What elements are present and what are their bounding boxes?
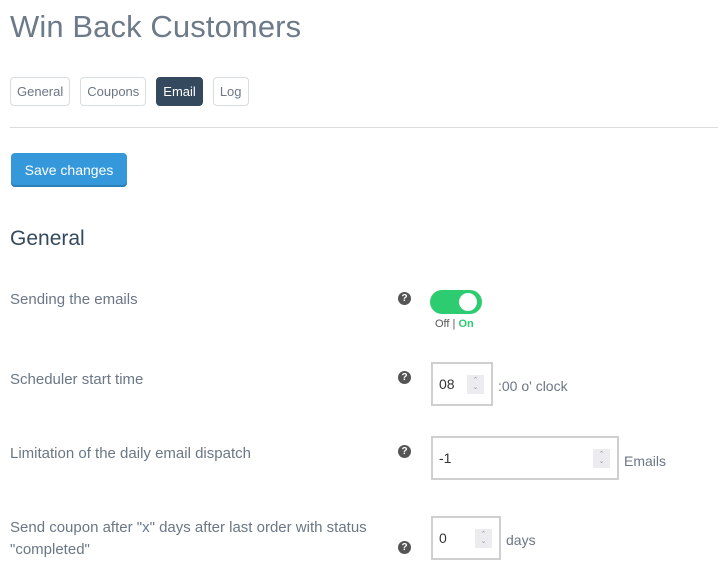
scheduler-hour-value: 08 [439,376,455,392]
toggle-knob [459,293,477,311]
chevron-down-icon: ⌄ [480,538,487,545]
chevron-up-icon: ⌃ [472,377,479,384]
spinner-control[interactable]: ⌃ ⌄ [593,448,610,468]
tab-bar: General Coupons Email Log [10,77,249,106]
sending-emails-toggle[interactable] [430,290,482,314]
scheduler-hour-input[interactable]: 08 ⌃ ⌄ [431,362,493,406]
tab-email[interactable]: Email [156,77,203,106]
chevron-down-icon: ⌄ [598,458,605,465]
chevron-up-icon: ⌃ [598,451,605,458]
spinner-control[interactable]: ⌃ ⌄ [475,528,492,548]
coupon-days-input[interactable]: 0 ⌃ ⌄ [431,516,501,560]
chevron-up-icon: ⌃ [480,531,487,538]
daily-limit-value: -1 [439,450,452,466]
daily-limit-label: Limitation of the daily email dispatch [10,445,251,462]
coupon-days-label-line1: Send coupon after "x" days after last or… [10,519,367,536]
spinner-control[interactable]: ⌃ ⌄ [467,374,484,394]
settings-page: Win Back Customers General Coupons Email… [0,0,718,575]
toggle-on-label: On [458,318,474,330]
section-title: General [10,227,85,250]
coupon-days-suffix: days [506,532,536,548]
daily-limit-input[interactable]: -1 ⌃ ⌄ [431,436,619,480]
divider [10,127,718,128]
help-icon[interactable]: ? [398,445,411,458]
coupon-days-label: Send coupon after "x" days after last or… [10,517,367,561]
tab-general[interactable]: General [10,77,71,106]
save-button[interactable]: Save changes [11,153,127,187]
scheduler-suffix: :00 o' clock [498,378,568,394]
tab-log[interactable]: Log [212,77,249,106]
toggle-caption: Off | On [435,318,474,330]
help-icon[interactable]: ? [398,541,411,554]
tab-coupons[interactable]: Coupons [80,77,147,106]
help-icon[interactable]: ? [398,371,411,384]
sending-emails-label: Sending the emails [10,291,138,308]
help-icon[interactable]: ? [398,292,411,305]
page-title: Win Back Customers [10,9,302,44]
coupon-days-label-line2: "completed" [10,541,90,558]
chevron-down-icon: ⌄ [472,384,479,391]
toggle-off-label: Off [435,318,450,330]
coupon-days-value: 0 [439,530,447,546]
daily-limit-suffix: Emails [624,453,667,469]
scheduler-label: Scheduler start time [10,371,144,388]
